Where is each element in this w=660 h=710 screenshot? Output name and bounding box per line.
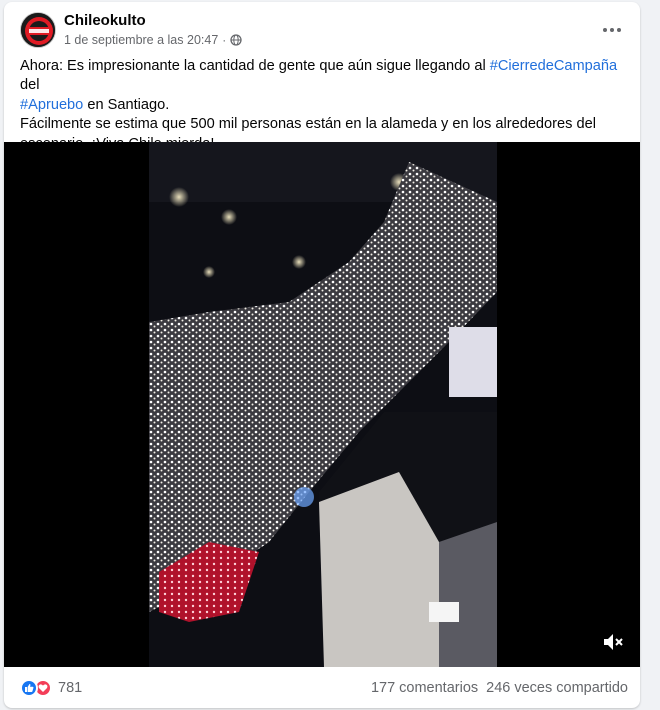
reaction-icons xyxy=(20,678,52,697)
post-header: Chileokulto 1 de septiembre a las 20:47 … xyxy=(4,2,640,54)
shares-count[interactable]: 246 veces compartido xyxy=(486,680,628,696)
globe-icon xyxy=(230,34,242,46)
mute-button[interactable] xyxy=(598,627,628,657)
avatar-logo xyxy=(21,13,55,47)
post-card: Chileokulto 1 de septiembre a las 20:47 … xyxy=(4,2,640,708)
reactions-summary[interactable]: 781 xyxy=(20,678,83,697)
post-stats: 177 comentarios 246 veces compartido xyxy=(371,680,628,696)
avatar[interactable] xyxy=(20,12,56,48)
post-text: Ahora: Es impresionante la cantidad de g… xyxy=(20,57,630,154)
post-meta: 1 de septiembre a las 20:47 · xyxy=(64,33,242,47)
post-text-line2: en Santiago. xyxy=(83,96,170,113)
reaction-count: 781 xyxy=(58,679,83,696)
video-frame[interactable] xyxy=(149,142,497,667)
post-footer: 781 177 comentarios 246 veces compartido xyxy=(4,667,640,708)
post-timestamp[interactable]: 1 de septiembre a las 20:47 xyxy=(64,33,218,47)
post-text-line1-suffix: del xyxy=(20,77,40,94)
author-name[interactable]: Chileokulto xyxy=(64,12,146,29)
hashtag-cierredecampana[interactable]: #CierredeCampaña xyxy=(490,58,617,74)
like-icon xyxy=(20,678,38,697)
post-text-line1: Ahora: Es impresionante la cantidad de g… xyxy=(20,58,490,74)
mute-icon xyxy=(604,634,623,650)
hashtag-apruebo[interactable]: #Apruebo xyxy=(20,97,83,113)
ellipsis-icon xyxy=(603,28,621,32)
post-text-line3: Fácilmente se estima que 500 mil persona… xyxy=(20,116,596,133)
more-options-button[interactable] xyxy=(596,14,628,46)
video-player[interactable] xyxy=(4,142,640,667)
comments-count[interactable]: 177 comentarios xyxy=(371,680,478,696)
video-thumbnail-crowd xyxy=(149,142,497,667)
separator-dot: · xyxy=(222,33,227,47)
